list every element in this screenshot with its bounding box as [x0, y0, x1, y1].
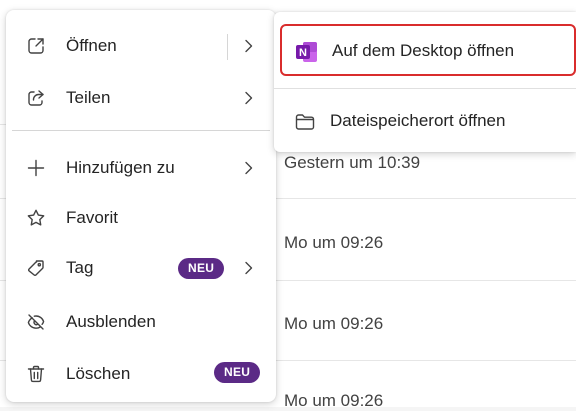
menu-item-hide[interactable]: Ausblenden [12, 300, 270, 344]
menu-item-label: Löschen [66, 364, 131, 383]
menu-divider [12, 130, 270, 131]
menu-item-label: Teilen [66, 88, 111, 107]
menu-item-add-to[interactable]: Hinzufügen zu [12, 146, 270, 190]
submenu-item-label: Dateispeicherort öffnen [330, 111, 506, 130]
menu-item-delete[interactable]: Löschen NEU [12, 352, 270, 396]
star-icon [26, 208, 46, 228]
menu-item-label: Hinzufügen zu [66, 158, 175, 177]
split-divider [227, 34, 228, 60]
open-submenu: N Auf dem Desktop öffnen Dateispeicheror… [274, 12, 576, 152]
modified-time: Mo um 09:26 [284, 391, 384, 410]
menu-item-open[interactable]: Öffnen [12, 24, 270, 68]
menu-item-label: Tag [66, 258, 94, 277]
trash-icon [26, 364, 46, 384]
share-icon [26, 88, 46, 108]
chevron-right-icon [240, 90, 256, 106]
submenu-item-open-desktop[interactable]: N Auf dem Desktop öffnen [280, 24, 576, 76]
modified-time: Gestern um 10:39 [284, 153, 421, 172]
svg-text:N: N [299, 47, 307, 59]
menu-item-label: Favorit [66, 208, 118, 227]
menu-item-favorite[interactable]: Favorit [12, 196, 270, 240]
menu-item-label: Öffnen [66, 36, 117, 55]
modified-time: Mo um 09:26 [284, 233, 384, 252]
eye-off-icon [26, 312, 46, 332]
modified-time: Mo um 09:26 [284, 314, 384, 333]
submenu-divider [274, 88, 576, 89]
new-badge: NEU [214, 362, 261, 383]
context-menu: Öffnen Teilen Hinzufügen zu Favorit Tag … [6, 10, 276, 402]
onenote-icon: N [296, 41, 318, 63]
chevron-right-icon [240, 160, 256, 176]
chevron-right-icon[interactable] [240, 38, 256, 54]
submenu-item-label: Auf dem Desktop öffnen [332, 41, 515, 60]
open-external-icon [26, 36, 46, 56]
menu-item-tag[interactable]: Tag NEU [12, 246, 270, 290]
tag-icon [26, 258, 46, 278]
menu-item-label: Ausblenden [66, 312, 156, 331]
plus-icon [26, 158, 46, 178]
menu-item-share[interactable]: Teilen [12, 76, 270, 120]
submenu-item-open-file-location[interactable]: Dateispeicherort öffnen [280, 96, 576, 148]
folder-icon [294, 111, 316, 133]
chevron-right-icon [240, 260, 256, 276]
new-badge: NEU [178, 258, 225, 279]
